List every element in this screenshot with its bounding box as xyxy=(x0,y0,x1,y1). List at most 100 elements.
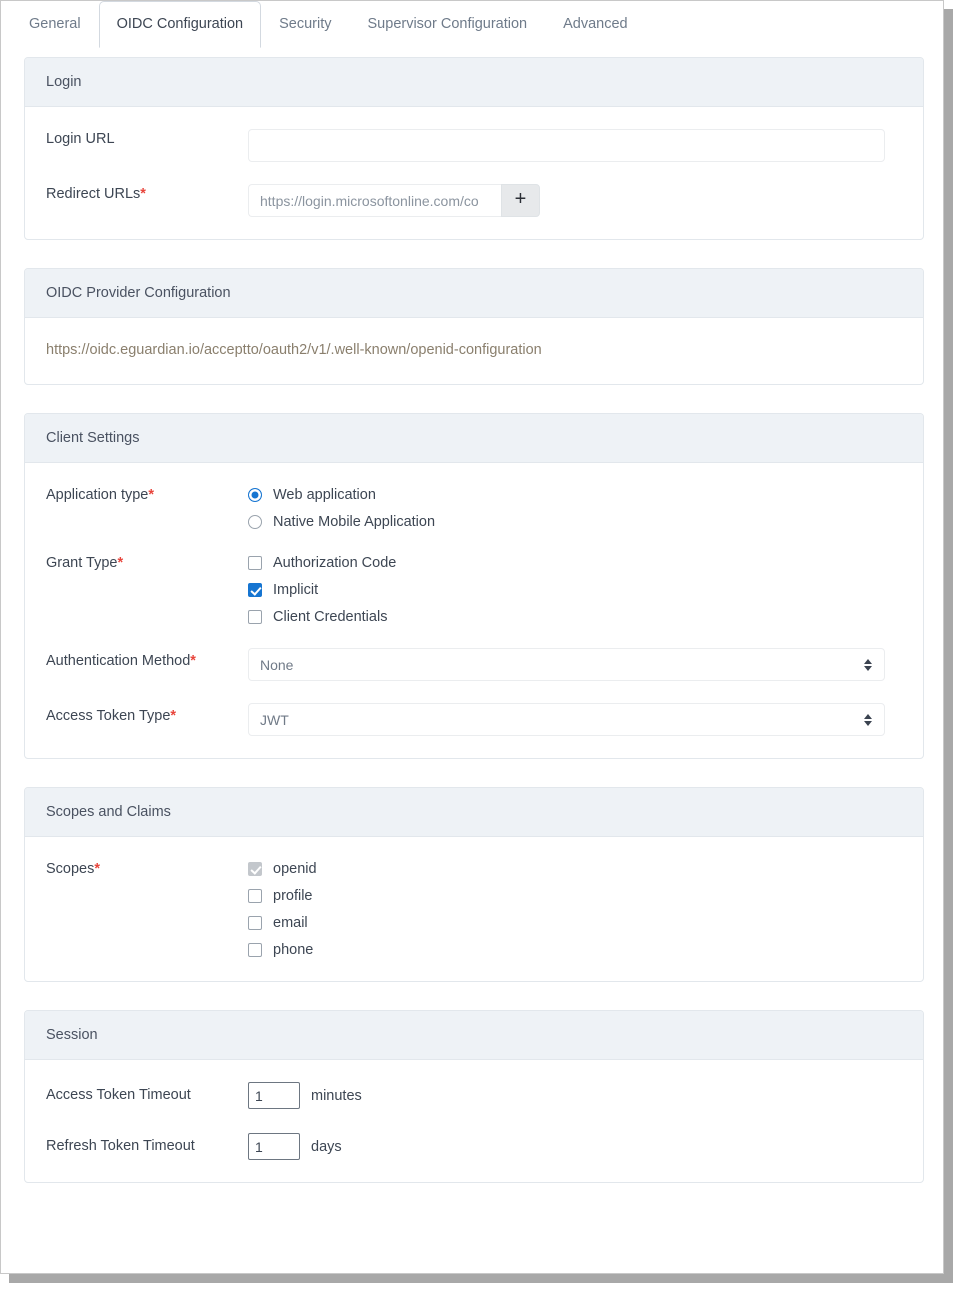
radio-web-application[interactable]: Web application xyxy=(248,486,902,504)
panel-scopes-and-claims-body: Scopes* openid profile email phone xyxy=(25,837,923,981)
field-scopes: Scopes* openid profile email phone xyxy=(25,859,923,959)
access-token-timeout-label: Access Token Timeout xyxy=(46,1087,191,1103)
checkbox-scope-phone-label: phone xyxy=(273,942,314,958)
tab-security[interactable]: Security xyxy=(261,2,349,47)
panel-login-body: Login URL Redirect URLs* + xyxy=(25,107,923,239)
checkbox-checked-disabled-icon xyxy=(248,862,262,876)
select-stepper-icon xyxy=(863,713,873,726)
application-type-radio-group: Web application Native Mobile Applicatio… xyxy=(248,485,902,531)
panel-client-settings-title: Client Settings xyxy=(25,414,923,463)
checkbox-implicit[interactable]: Implicit xyxy=(248,581,902,599)
checkbox-checked-icon xyxy=(248,583,262,597)
access-token-type-label-text: Access Token Type xyxy=(46,708,171,724)
settings-window: General OIDC Configuration Security Supervi… xyxy=(0,0,944,1274)
scopes-label: Scopes* xyxy=(25,859,248,879)
authentication-method-label: Authentication Method* xyxy=(25,648,248,675)
grant-type-label: Grant Type* xyxy=(25,553,248,573)
required-asterisk: * xyxy=(190,653,196,669)
radio-unselected-icon xyxy=(248,515,262,529)
redirect-urls-input[interactable] xyxy=(248,184,501,217)
access-token-timeout-row: minutes xyxy=(248,1082,902,1109)
authentication-method-control: None xyxy=(248,648,923,681)
required-asterisk: * xyxy=(140,186,146,202)
access-token-timeout-input[interactable] xyxy=(248,1082,300,1109)
refresh-token-timeout-label: Refresh Token Timeout xyxy=(46,1138,195,1154)
tab-general[interactable]: General xyxy=(11,2,99,47)
select-stepper-icon xyxy=(863,658,873,671)
required-asterisk: * xyxy=(170,708,177,724)
scopes-checkbox-group: openid profile email phone xyxy=(248,859,902,959)
grant-type-label-text: Grant Type xyxy=(46,555,118,571)
field-grant-type: Grant Type* Authorization Code Implicit xyxy=(25,553,923,626)
panel-login-title: Login xyxy=(25,58,923,107)
refresh-token-timeout-row: days xyxy=(248,1133,902,1160)
access-token-type-control: JWT xyxy=(248,703,923,736)
checkbox-client-credentials-label: Client Credentials xyxy=(273,609,388,625)
radio-native-mobile-application-label: Native Mobile Application xyxy=(273,514,436,530)
login-url-control xyxy=(248,129,923,162)
tab-advanced[interactable]: Advanced xyxy=(545,2,646,47)
scopes-control: openid profile email phone xyxy=(248,859,923,959)
checkbox-scope-email-label: email xyxy=(273,915,308,931)
redirect-urls-input-group: + xyxy=(248,184,548,217)
grant-type-control: Authorization Code Implicit Client Crede… xyxy=(248,553,923,626)
panel-client-settings-body: Application type* Web application Native… xyxy=(25,463,923,758)
access-token-timeout-control: minutes xyxy=(248,1082,923,1109)
field-refresh-token-timeout: Refresh Token Timeout days xyxy=(25,1133,923,1160)
redirect-urls-label-text: Redirect URLs xyxy=(46,186,141,202)
access-token-type-value: JWT xyxy=(260,711,289,728)
radio-native-mobile-application[interactable]: Native Mobile Application xyxy=(248,513,902,531)
scopes-label-text: Scopes xyxy=(46,861,95,877)
access-token-timeout-unit: minutes xyxy=(311,1087,362,1104)
checkbox-unchecked-icon xyxy=(248,916,262,930)
add-redirect-url-button[interactable]: + xyxy=(501,184,540,217)
checkbox-scope-profile-label: profile xyxy=(273,888,313,904)
radio-selected-icon xyxy=(248,488,262,502)
authentication-method-select[interactable]: None xyxy=(248,648,885,681)
checkbox-scope-openid: openid xyxy=(248,860,902,878)
tab-bar: General OIDC Configuration Security Supervi… xyxy=(1,1,943,48)
redirect-urls-label: Redirect URLs* xyxy=(25,184,248,204)
required-asterisk: * xyxy=(94,861,101,877)
required-asterisk: * xyxy=(117,555,124,571)
panel-oidc-provider-title: OIDC Provider Configuration xyxy=(25,269,923,318)
field-application-type: Application type* Web application Native… xyxy=(25,485,923,531)
field-authentication-method: Authentication Method* None xyxy=(25,648,923,681)
panel-session-title: Session xyxy=(25,1011,923,1060)
tab-oidc-configuration[interactable]: OIDC Configuration xyxy=(98,1,262,48)
field-redirect-urls: Redirect URLs* + xyxy=(25,184,923,217)
tab-content-oidc-configuration: Login Login URL Redirect URLs* + xyxy=(1,45,943,1183)
checkbox-scope-email[interactable]: email xyxy=(248,914,902,932)
radio-web-application-label: Web application xyxy=(273,487,376,503)
checkbox-scope-openid-label: openid xyxy=(273,861,317,877)
panel-oidc-provider-configuration: OIDC Provider Configuration https://oidc… xyxy=(24,268,924,385)
checkbox-client-credentials[interactable]: Client Credentials xyxy=(248,608,902,626)
login-url-label-text: Login URL xyxy=(46,131,115,147)
refresh-token-timeout-unit: days xyxy=(311,1138,342,1155)
checkbox-unchecked-icon xyxy=(248,610,262,624)
authentication-method-value: None xyxy=(260,656,294,673)
access-token-type-select[interactable]: JWT xyxy=(248,703,885,736)
grant-type-checkbox-group: Authorization Code Implicit Client Crede… xyxy=(248,553,902,626)
panel-scopes-and-claims-title: Scopes and Claims xyxy=(25,788,923,837)
checkbox-unchecked-icon xyxy=(248,943,262,957)
tab-supervisor-configuration[interactable]: Supervisor Configuration xyxy=(350,2,546,47)
checkbox-unchecked-icon xyxy=(248,889,262,903)
login-url-input[interactable] xyxy=(248,129,885,162)
checkbox-authorization-code[interactable]: Authorization Code xyxy=(248,554,902,572)
checkbox-scope-profile[interactable]: profile xyxy=(248,887,902,905)
application-type-control: Web application Native Mobile Applicatio… xyxy=(248,485,923,531)
oidc-provider-configuration-url[interactable]: https://oidc.eguardian.io/acceptto/oauth… xyxy=(25,318,923,384)
checkbox-unchecked-icon xyxy=(248,556,262,570)
refresh-token-timeout-input[interactable] xyxy=(248,1133,300,1160)
panel-login: Login Login URL Redirect URLs* + xyxy=(24,57,924,240)
checkbox-scope-phone[interactable]: phone xyxy=(248,941,902,959)
panel-client-settings: Client Settings Application type* Web ap… xyxy=(24,413,924,759)
login-url-label: Login URL xyxy=(25,129,248,149)
field-login-url: Login URL xyxy=(25,129,923,162)
field-access-token-timeout: Access Token Timeout minutes xyxy=(25,1082,923,1109)
refresh-token-timeout-control: days xyxy=(248,1133,923,1160)
required-asterisk: * xyxy=(148,487,155,503)
panel-scopes-and-claims: Scopes and Claims Scopes* openid profile… xyxy=(24,787,924,982)
authentication-method-label-text: Authentication Method xyxy=(46,653,191,669)
